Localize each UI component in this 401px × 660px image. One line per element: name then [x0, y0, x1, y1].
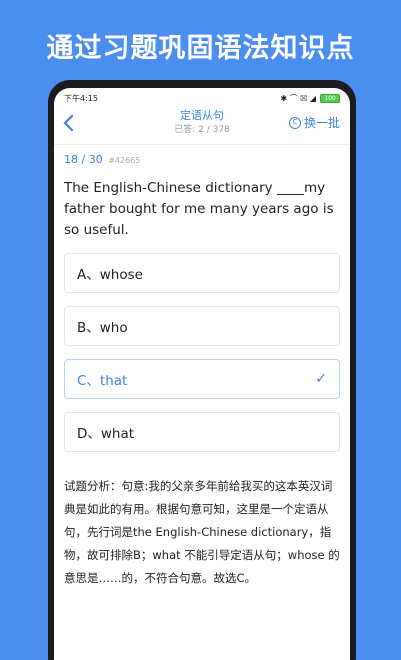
check-icon: ✓ — [315, 371, 327, 387]
option-label: A、whose — [77, 267, 143, 283]
nav-bar: 定语从句 已答: 2 / 378 C 换一批 — [54, 108, 350, 144]
status-icons: ✱ ⌒ ☒ ◢ 100 — [280, 93, 340, 104]
option-a[interactable]: A、whose — [64, 253, 340, 293]
swap-batch-button[interactable]: C 换一批 — [288, 114, 340, 131]
refresh-icon: C — [288, 116, 301, 129]
swap-batch-label: 换一批 — [303, 116, 340, 130]
question-progress: 18 / 30 #42665 — [54, 145, 350, 166]
option-c[interactable]: C、that ✓ — [64, 359, 340, 399]
options-list: A、whose B、who C、that ✓ D、what — [54, 241, 350, 452]
option-label: B、who — [77, 320, 128, 336]
analysis-text: 试题分析：句意:我的父亲多年前给我买的这本英汉词典是如此的有用。根据句意可知，这… — [64, 479, 340, 585]
option-b[interactable]: B、who — [64, 306, 340, 346]
promo-title: 通过习题巩固语法知识点 — [46, 33, 355, 64]
option-label: D、what — [77, 426, 135, 442]
option-d[interactable]: D、what — [64, 412, 340, 452]
question-text: The English-Chinese dictionary ____my fa… — [64, 180, 334, 238]
status-time: 下午4:15 — [64, 93, 98, 103]
app-screen: 下午4:15 ✱ ⌒ ☒ ◢ 100 定语从句 已答: 2 / 378 C 换一… — [54, 88, 350, 660]
battery-icon: 100 — [320, 93, 340, 103]
question-id: #42665 — [108, 156, 141, 165]
phone-frame: 下午4:15 ✱ ⌒ ☒ ◢ 100 定语从句 已答: 2 / 378 C 换一… — [48, 80, 356, 660]
status-signal-icons: ✱ ⌒ ☒ ◢ — [280, 93, 316, 103]
option-label: C、that — [77, 373, 128, 389]
question-index: 18 / 30 — [64, 153, 103, 166]
status-bar: 下午4:15 ✱ ⌒ ☒ ◢ 100 — [54, 88, 350, 108]
